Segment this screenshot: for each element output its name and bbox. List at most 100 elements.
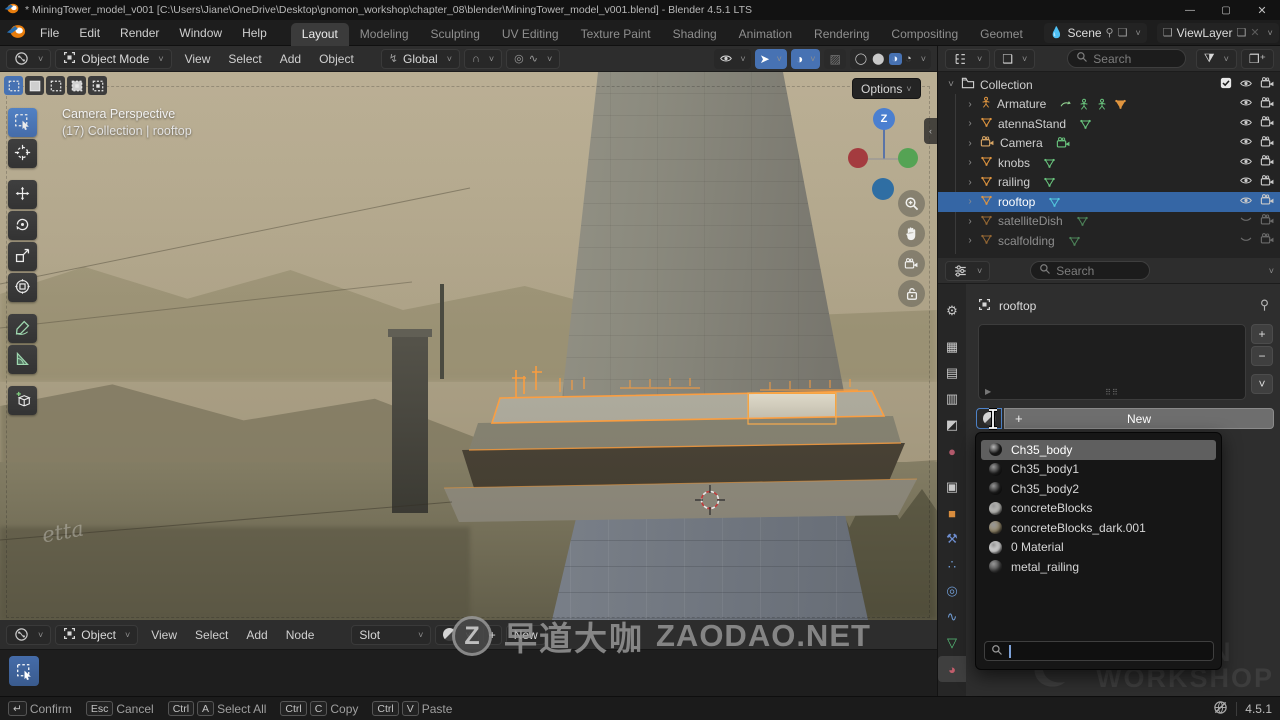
material-option[interactable]: 0 Material [981, 538, 1216, 558]
mode-select-paint-button[interactable] [88, 76, 107, 95]
snap-dropdown[interactable]: ∩ [464, 49, 502, 69]
shader-menu-node[interactable]: Node [277, 628, 324, 642]
outliner-row-camera[interactable]: › Camera [938, 134, 1280, 154]
workspace-tab-shading[interactable]: Shading [662, 23, 728, 46]
mode-tweak-button[interactable] [4, 76, 23, 95]
expand-chevron[interactable]: › [965, 118, 975, 129]
render-camera-icon[interactable] [1260, 213, 1275, 230]
outliner-row-rooftop[interactable]: › rooftop [938, 192, 1280, 212]
shader-select-tool-button[interactable] [9, 656, 39, 686]
material-option[interactable]: concreteBlocks [981, 499, 1216, 519]
mode-dropdown[interactable]: Object Mode [55, 49, 171, 69]
viewlayer-selector[interactable]: ❑ ViewLayer ❏ ✕ [1157, 23, 1279, 43]
workspace-tab-animation[interactable]: Animation [728, 23, 803, 46]
properties-tab-material[interactable]: ◕ [938, 656, 966, 682]
viewport-menu-add[interactable]: Add [271, 52, 310, 66]
solid-shading-icon[interactable]: ⬤ [872, 52, 886, 65]
material-option[interactable]: metal_railing [981, 557, 1216, 577]
material-option[interactable]: Ch35_body [981, 440, 1216, 460]
hide-eye-icon[interactable] [1239, 77, 1253, 93]
editor-type-button[interactable] [945, 261, 990, 281]
workspace-tab-sculpting[interactable]: Sculpting [420, 23, 491, 46]
outliner-row-collection[interactable]: ˅ Collection [938, 75, 1280, 95]
copy-icon[interactable]: ❏ [1236, 26, 1246, 39]
workspace-tab-compositing[interactable]: Compositing [880, 23, 969, 46]
properties-options-arrow[interactable] [1265, 265, 1274, 277]
remove-slot-button[interactable]: − [1251, 346, 1273, 366]
viewport-canvas[interactable]: Camera Perspective (17) Collection | roo… [0, 72, 937, 620]
gizmo-y-axis[interactable] [898, 148, 918, 168]
material-slots-list[interactable]: ▶ ⠿⠿ [978, 324, 1246, 400]
properties-tab-render[interactable]: ▦ [938, 334, 966, 360]
close-button[interactable]: ✕ [1244, 0, 1280, 20]
copy-icon[interactable]: ❏ [1118, 26, 1128, 39]
properties-tab-data[interactable]: ▽ [938, 630, 966, 656]
tool-move-button[interactable] [8, 180, 37, 209]
editor-type-button[interactable] [945, 49, 990, 69]
gizmo-z-axis[interactable]: Z [873, 108, 895, 130]
menu-render[interactable]: Render [110, 26, 169, 40]
properties-tab-world[interactable]: ● [938, 438, 966, 464]
expand-chevron[interactable]: › [965, 235, 975, 246]
material-option[interactable]: Ch35_body2 [981, 479, 1216, 499]
rendered-shading-icon[interactable]: ◔ [905, 53, 914, 65]
properties-tab-collection[interactable]: ▣ [938, 474, 966, 500]
tool-cursor-button[interactable] [8, 139, 37, 168]
tool-annotate-button[interactable] [8, 314, 37, 343]
viewport-menu-select[interactable]: Select [219, 52, 270, 66]
gizmos-toggle[interactable]: ➤ [755, 49, 787, 69]
gizmo-neg-z-axis[interactable] [872, 178, 894, 200]
tool-select-box-button[interactable] [8, 108, 37, 137]
menu-window[interactable]: Window [169, 26, 232, 40]
popup-search-input[interactable] [984, 641, 1214, 661]
new-collection-button[interactable]: ❒⁺ [1241, 49, 1274, 69]
workspace-tab-rendering[interactable]: Rendering [803, 23, 880, 46]
menu-help[interactable]: Help [232, 26, 277, 40]
options-button[interactable]: Options [852, 78, 921, 99]
mode-select-lasso-button[interactable] [67, 76, 86, 95]
properties-tab-view-layer[interactable]: ▥ [938, 386, 966, 412]
tool-transform-button[interactable] [8, 273, 37, 302]
shader-type-dropdown[interactable]: Object [55, 625, 138, 645]
render-camera-icon[interactable] [1260, 96, 1275, 113]
properties-search-input[interactable]: Search [1030, 261, 1150, 280]
hide-eye-icon[interactable] [1239, 213, 1253, 229]
render-camera-icon[interactable] [1260, 135, 1275, 152]
workspace-tab-uv-editing[interactable]: UV Editing [491, 23, 570, 46]
maximize-button[interactable]: ▢ [1208, 0, 1244, 20]
render-camera-icon[interactable] [1260, 232, 1275, 249]
outliner-search-input[interactable]: Search [1067, 49, 1186, 68]
properties-tab-output[interactable]: ▤ [938, 360, 966, 386]
viewport-menu-view[interactable]: View [176, 52, 220, 66]
expand-chevron[interactable]: › [965, 157, 975, 168]
lock-view-button[interactable] [898, 280, 925, 307]
outliner-filter-display-button[interactable]: ❑ [994, 49, 1035, 69]
properties-tab-tool[interactable]: ⚙ [938, 298, 966, 324]
orientation-dropdown[interactable]: ↯ Global [381, 49, 460, 69]
pan-hand-button[interactable] [898, 220, 925, 247]
outliner-row-scalfolding[interactable]: › scalfolding [938, 231, 1280, 251]
proportional-edit-dropdown[interactable]: ◎∿ [506, 49, 560, 69]
hide-eye-icon[interactable] [1239, 155, 1253, 171]
properties-tab-scene[interactable]: ◩ [938, 412, 966, 438]
minimize-button[interactable]: — [1172, 0, 1208, 20]
shader-menu-select[interactable]: Select [186, 628, 237, 642]
wireframe-shading-icon[interactable]: ◯ [855, 52, 869, 65]
shader-menu-view[interactable]: View [142, 628, 186, 642]
hide-eye-icon[interactable] [1239, 233, 1253, 249]
material-shading-icon[interactable]: ◑ [889, 53, 902, 65]
expand-chevron[interactable]: ˅ [946, 79, 956, 90]
outliner-row-atennastand[interactable]: › atennaStand [938, 114, 1280, 134]
material-option[interactable]: concreteBlocks_dark.001 [981, 518, 1216, 538]
expand-chevron[interactable]: › [965, 216, 975, 227]
render-camera-icon[interactable] [1260, 115, 1275, 132]
properties-tab-physics[interactable]: ◎ [938, 578, 966, 604]
expand-chevron[interactable]: › [965, 99, 975, 110]
outliner-row-armature[interactable]: › Armature [938, 95, 1280, 115]
workspace-tab-geomet[interactable]: Geomet [969, 23, 1034, 46]
tool-scale-button[interactable] [8, 242, 37, 271]
shading-mode-buttons[interactable]: ◯ ⬤ ◑ ◔ [850, 49, 931, 69]
hide-eye-icon[interactable] [1239, 174, 1253, 190]
hide-eye-icon[interactable] [1239, 194, 1253, 210]
zoom-button[interactable] [898, 190, 925, 217]
